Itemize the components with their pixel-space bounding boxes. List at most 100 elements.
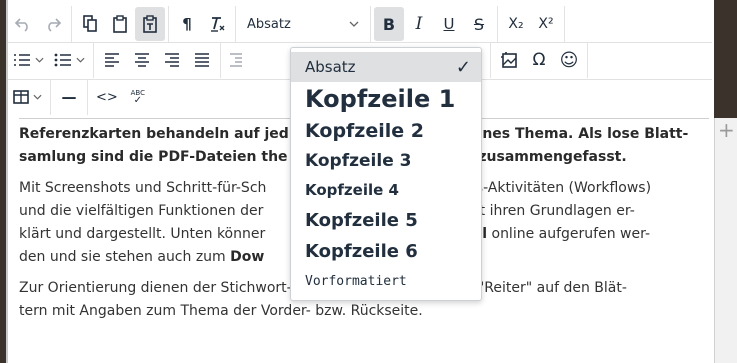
insert-image-button[interactable] <box>494 43 524 77</box>
align-right-icon <box>165 53 179 67</box>
code-icon: <> <box>96 89 118 105</box>
strikethrough-button[interactable]: S <box>464 7 494 41</box>
numbered-list-button[interactable] <box>8 43 49 77</box>
toolbar-separator <box>87 79 88 115</box>
text-fragment: und die vielfältigen Funktionen der <box>19 203 264 219</box>
toolbar-separator <box>564 6 565 42</box>
horizontal-rule-icon: — <box>61 88 77 106</box>
image-icon <box>501 52 517 68</box>
strikethrough-icon: S <box>473 14 485 34</box>
toolbar-separator <box>93 42 94 78</box>
show-blocks-button[interactable]: ¶ <box>172 7 202 41</box>
text-fragment: Dow <box>230 249 265 265</box>
chevron-down-icon <box>35 57 44 63</box>
paste-button[interactable] <box>105 7 135 41</box>
spellcheck-button[interactable]: ABC ✓ <box>123 80 153 114</box>
block-format-value: Absatz <box>247 16 291 32</box>
align-justify-button[interactable] <box>187 43 217 77</box>
text-fragment: tern mit Angaben zum Thema der Vorder- b… <box>19 303 423 319</box>
text-fragment: Mit Screenshots und Schritt-für-Sch <box>19 180 267 196</box>
superscript-icon: X² <box>538 16 554 32</box>
toolbar-separator <box>168 6 169 42</box>
special-char-button[interactable]: Ω <box>524 43 554 77</box>
italic-icon: I <box>415 14 423 34</box>
option-label: Kopfzeile 3 <box>305 151 412 171</box>
emoticons-button[interactable]: ☺ <box>554 43 584 77</box>
option-label: Kopfzeile 2 <box>305 120 425 142</box>
paste-icon <box>113 15 127 33</box>
option-label: Kopfzeile 6 <box>305 240 418 262</box>
bold-button[interactable]: B <box>374 7 404 41</box>
add-block-icon[interactable]: + <box>718 120 735 140</box>
toolbar-separator <box>587 42 588 78</box>
right-gutter <box>714 118 737 363</box>
italic-button[interactable]: I <box>404 7 434 41</box>
table-button[interactable] <box>8 80 47 114</box>
toolbar-separator <box>490 42 491 78</box>
table-icon <box>13 90 29 104</box>
source-code-button[interactable]: <> <box>91 80 123 114</box>
underline-icon: U <box>443 15 455 33</box>
toolbar-separator <box>370 6 371 42</box>
undo-icon <box>14 18 28 32</box>
text-fragment: den und sie stehen auch zum <box>19 249 231 265</box>
outdent-button[interactable] <box>224 43 248 77</box>
redo-button[interactable] <box>38 7 68 41</box>
text-fragment: online aufgerufen wer- <box>487 226 651 242</box>
option-label: Kopfzeile 1 <box>305 85 456 113</box>
toolbar-separator <box>235 6 236 42</box>
toolbar-separator <box>497 6 498 42</box>
text-fragment: n zusammengefasst. <box>463 149 627 165</box>
align-left-icon <box>105 53 119 67</box>
block-format-select[interactable]: Absatz <box>239 7 367 41</box>
format-option-h1[interactable]: Kopfzeile 1 <box>291 82 481 116</box>
chevron-down-icon <box>33 94 42 100</box>
superscript-button[interactable]: X² <box>531 7 561 41</box>
block-format-dropdown: Absatz ✓ Kopfzeile 1 Kopfzeile 2 Kopfzei… <box>290 47 482 301</box>
clear-format-button[interactable] <box>202 7 232 41</box>
toolbar-row-3: — <> ABC ✓ <box>8 79 153 115</box>
bullet-list-icon <box>54 53 71 67</box>
copy-button[interactable] <box>75 7 105 41</box>
format-option-preformatted[interactable]: Vorformatiert <box>291 266 481 296</box>
toolbar-separator <box>71 6 72 42</box>
bold-icon: B <box>382 14 396 34</box>
omega-icon: Ω <box>532 50 546 70</box>
option-label: Kopfzeile 5 <box>305 209 418 231</box>
text-fragment: Referenzkarten behandeln auf jed <box>19 126 289 142</box>
text-fragment: samlung sind die PDF-Dateien the <box>19 149 288 165</box>
chevron-down-icon <box>349 21 359 27</box>
align-left-button[interactable] <box>97 43 127 77</box>
subscript-icon: X₂ <box>508 16 524 32</box>
align-justify-icon <box>195 53 209 67</box>
paste-text-button[interactable] <box>135 7 165 41</box>
format-option-h3[interactable]: Kopfzeile 3 <box>291 146 481 176</box>
text-fragment: klärt und dargestellt. Unten könner <box>19 226 266 242</box>
checkmark-icon: ✓ <box>455 56 471 78</box>
chevron-down-icon <box>76 57 85 63</box>
toolbar-separator <box>50 79 51 115</box>
format-option-h4[interactable]: Kopfzeile 4 <box>291 176 481 204</box>
copy-icon <box>83 15 97 32</box>
subscript-button[interactable]: X₂ <box>501 7 531 41</box>
undo-button[interactable] <box>8 7 38 41</box>
format-option-paragraph[interactable]: Absatz ✓ <box>291 52 481 82</box>
align-right-button[interactable] <box>157 43 187 77</box>
align-center-icon <box>135 53 149 67</box>
numbered-list-icon <box>14 54 30 66</box>
format-option-h2[interactable]: Kopfzeile 2 <box>291 116 481 146</box>
underline-button[interactable]: U <box>434 7 464 41</box>
toolbar-row-1: ¶ Absatz B I U S X₂ X² <box>8 6 568 42</box>
option-label: Vorformatiert <box>305 273 407 289</box>
outdent-icon <box>230 53 242 67</box>
bullet-list-button[interactable] <box>49 43 90 77</box>
align-center-button[interactable] <box>127 43 157 77</box>
smiley-icon: ☺ <box>559 49 579 71</box>
option-label: Absatz <box>305 58 356 76</box>
format-option-h6[interactable]: Kopfzeile 6 <box>291 236 481 266</box>
check-icon: ✓ <box>133 95 142 106</box>
format-option-h5[interactable]: Kopfzeile 5 <box>291 204 481 236</box>
redo-icon <box>48 18 62 32</box>
clear-format-icon <box>211 17 225 32</box>
horizontal-rule-button[interactable]: — <box>54 80 84 114</box>
